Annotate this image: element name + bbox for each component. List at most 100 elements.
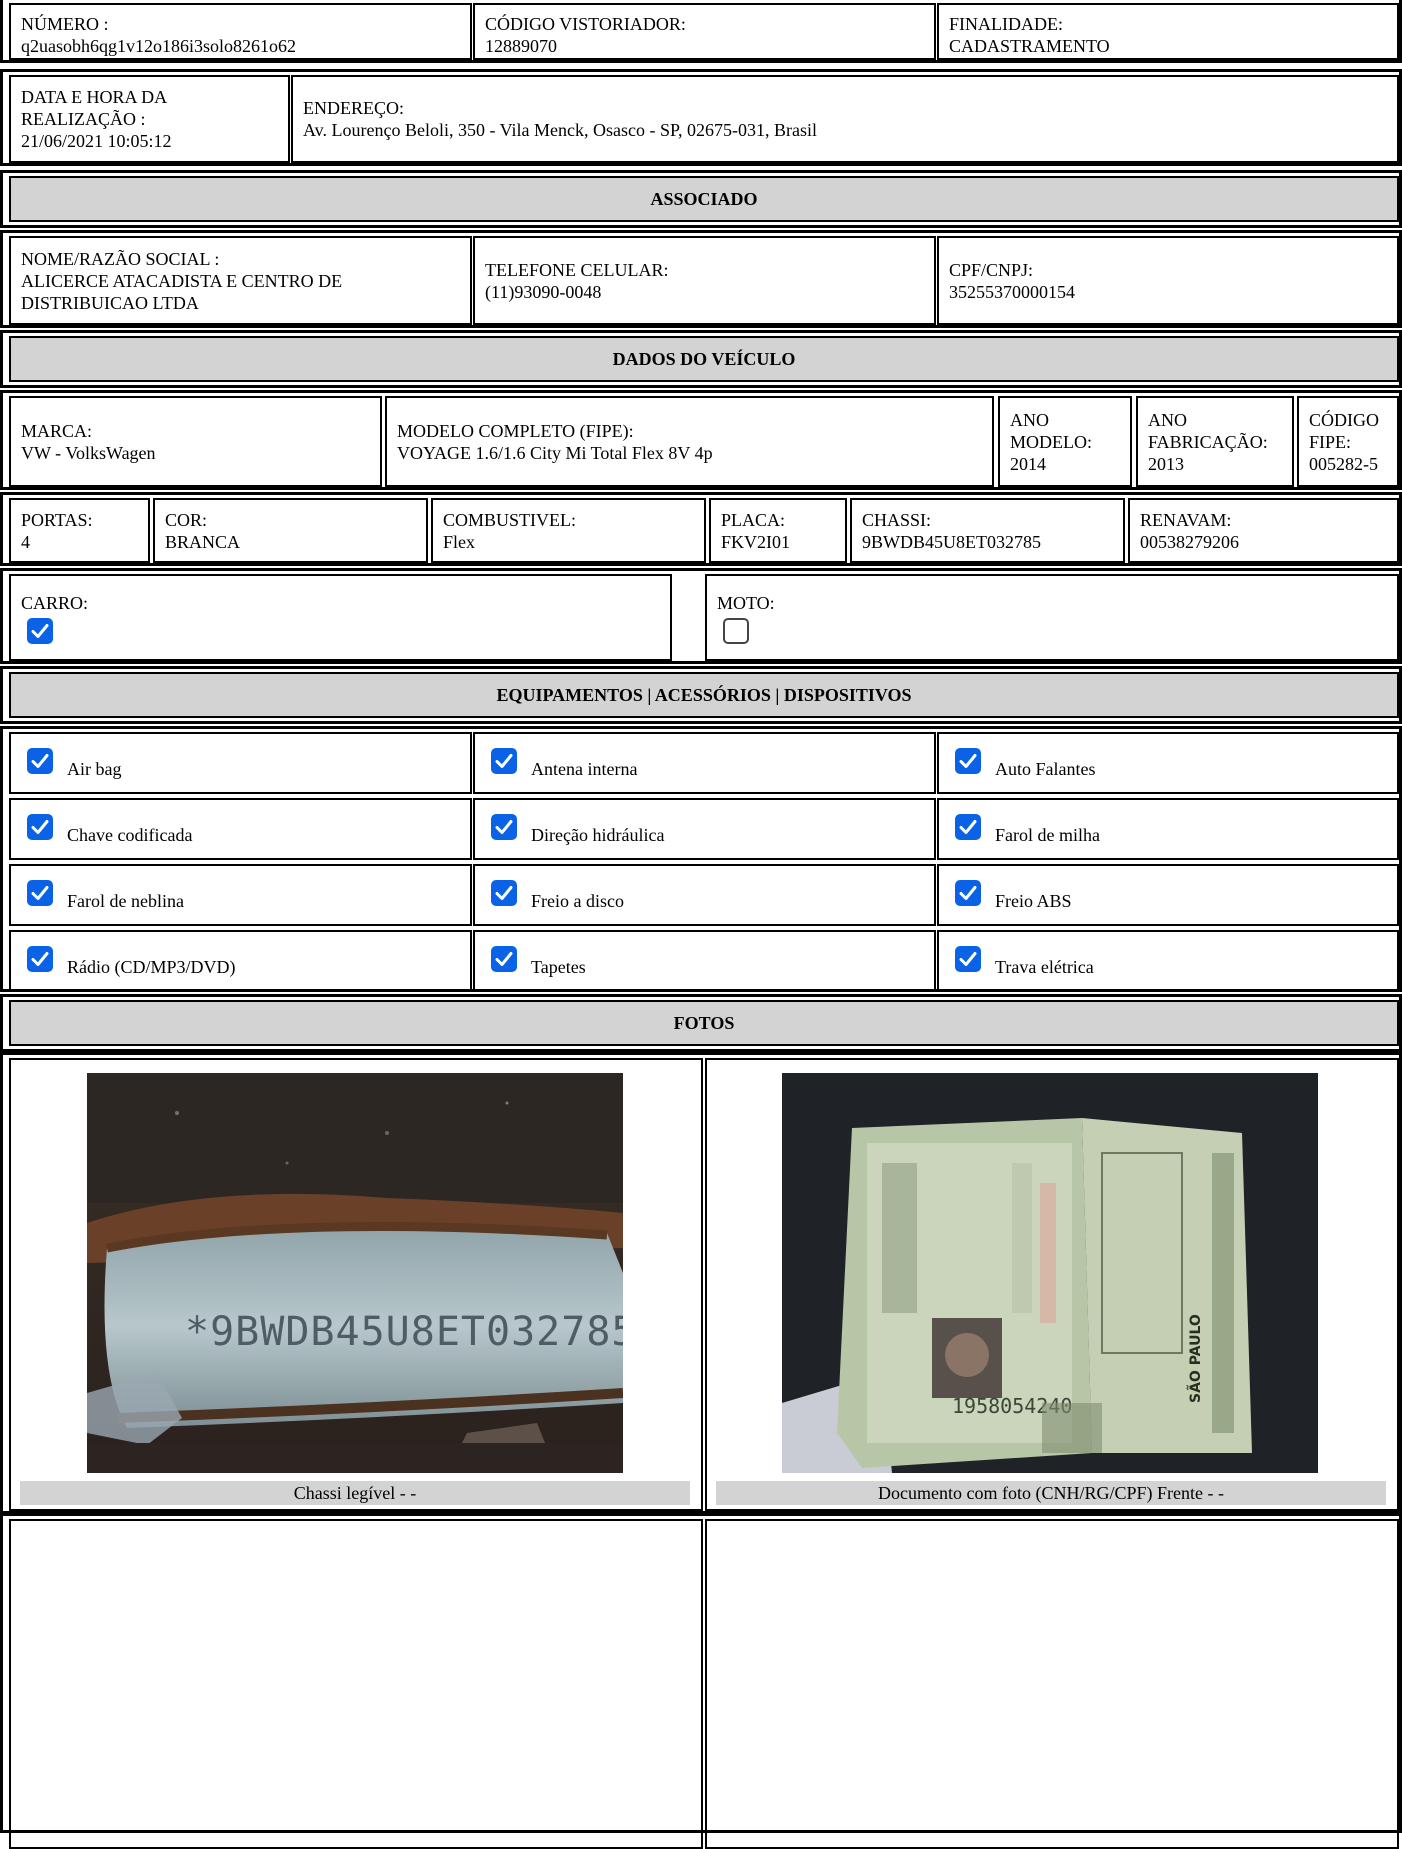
modelo-label: MODELO COMPLETO (FIPE):: [397, 420, 634, 441]
equipamento-checkbox[interactable]: [491, 880, 517, 906]
cpf-label: CPF/CNPJ:: [949, 259, 1034, 280]
cpf-cell: CPF/CNPJ: 35255370000154: [937, 236, 1399, 325]
numero-label: NÚMERO :: [21, 14, 109, 34]
equipamento-item: Farol de milha: [937, 798, 1399, 860]
equipamento-item: Antena interna: [473, 732, 936, 794]
placa-value: FKV2I01: [721, 531, 791, 552]
equipamento-checkbox[interactable]: [491, 814, 517, 840]
equipamento-label: Chave codificada: [67, 825, 193, 845]
documento-state-text: SÃO PAULO: [1187, 1314, 1204, 1403]
renavam-cell: RENAVAM: 00538279206: [1128, 498, 1399, 563]
combustivel-value: Flex: [443, 531, 476, 552]
fotos-section: FOTOS: [0, 994, 1402, 1052]
endereco-cell: ENDEREÇO: Av. Lourenço Beloli, 350 - Vil…: [291, 75, 1399, 163]
veiculo-section: DADOS DO VEÍCULO: [0, 330, 1402, 388]
checkmark-icon: [959, 754, 977, 768]
marca-value: VW - VolksWagen: [21, 442, 156, 463]
equipamentos-section: EQUIPAMENTOS | ACESSÓRIOS | DISPOSITIVOS: [0, 666, 1402, 724]
equipamento-checkbox[interactable]: [27, 880, 53, 906]
codigo-fipe-label: CÓDIGO FIPE:: [1309, 409, 1379, 452]
telefone-cell: TELEFONE CELULAR: (11)93090-0048: [473, 236, 936, 325]
portas-label: PORTAS:: [21, 509, 93, 530]
checkmark-icon: [959, 886, 977, 900]
equipamento-checkbox[interactable]: [955, 748, 981, 774]
checkmark-icon: [495, 820, 513, 834]
equipamento-item: Chave codificada: [9, 798, 472, 860]
codigo-fipe-value: 005282-5: [1309, 453, 1378, 474]
modelo-cell: MODELO COMPLETO (FIPE): VOYAGE 1.6/1.6 C…: [385, 396, 994, 487]
equipamento-label: Freio ABS: [995, 891, 1072, 911]
associado-section: ASSOCIADO: [0, 170, 1402, 228]
ano-fabricacao-value: 2013: [1148, 453, 1184, 474]
equipamento-checkbox[interactable]: [27, 946, 53, 972]
equipamento-label: Rádio (CD/MP3/DVD): [67, 957, 236, 977]
placa-label: PLACA:: [721, 509, 786, 530]
portas-cell: PORTAS: 4: [9, 498, 150, 563]
header-row-2: DATA E HORA DA REALIZAÇÃO : 21/06/2021 1…: [0, 69, 1402, 166]
equipamento-checkbox[interactable]: [955, 880, 981, 906]
moto-label: MOTO:: [717, 593, 775, 613]
equipamento-label: Farol de milha: [995, 825, 1100, 845]
equipamento-checkbox[interactable]: [955, 814, 981, 840]
checkmark-icon: [959, 820, 977, 834]
checkmark-icon: [495, 754, 513, 768]
equipamento-checkbox[interactable]: [27, 748, 53, 774]
ano-modelo-label: ANO MODELO:: [1010, 409, 1092, 452]
finalidade-label: FINALIDADE:: [949, 14, 1063, 34]
equipamento-item: Trava elétrica: [937, 930, 1399, 992]
equipamento-checkbox[interactable]: [27, 814, 53, 840]
chassi-engraving: *9BWDB45U8ET032785*: [185, 1309, 623, 1355]
fotos-heading: FOTOS: [9, 1000, 1399, 1046]
cor-value: BRANCA: [165, 531, 241, 552]
documento-photo-image: SÃO PAULO 1958054240: [782, 1073, 1318, 1473]
equipamento-label: Auto Falantes: [995, 759, 1096, 779]
telefone-label: TELEFONE CELULAR:: [485, 259, 669, 280]
equipamento-label: Freio a disco: [531, 891, 624, 911]
moto-cell: MOTO:: [705, 574, 1399, 661]
equipamento-label: Tapetes: [531, 957, 586, 977]
chassi-value: 9BWDB45U8ET032785: [862, 531, 1041, 552]
cpf-value: 35255370000154: [949, 281, 1075, 302]
carro-checkbox[interactable]: [27, 618, 53, 644]
equipamento-checkbox[interactable]: [955, 946, 981, 972]
equipamento-label: Air bag: [67, 759, 122, 779]
checkmark-icon: [31, 624, 49, 638]
ano-fabricacao-cell: ANO FABRICAÇÃO: 2013: [1136, 396, 1294, 487]
ano-modelo-cell: ANO MODELO: 2014: [998, 396, 1132, 487]
photo-cell-chassi: *9BWDB45U8ET032785* Chassi legível - -: [9, 1058, 703, 1511]
equipamento-checkbox[interactable]: [491, 946, 517, 972]
equipamento-label: Direção hidráulica: [531, 825, 665, 845]
marca-cell: MARCA: VW - VolksWagen: [9, 396, 382, 487]
combustivel-cell: COMBUSTIVEL: Flex: [431, 498, 706, 563]
equipamento-item: Rádio (CD/MP3/DVD): [9, 930, 472, 992]
veiculo-row-2: PORTAS: 4 COR: BRANCA COMBUSTIVEL: Flex …: [0, 492, 1402, 566]
associado-row: NOME/RAZÃO SOCIAL : ALICERCE ATACADISTA …: [0, 230, 1402, 328]
chassi-photo[interactable]: *9BWDB45U8ET032785*: [87, 1073, 623, 1473]
codigo-label: CÓDIGO VISTORIADOR:: [485, 14, 686, 34]
equipamentos-grid: Air bag Antena interna Auto Falantes Chave …: [0, 726, 1402, 992]
chassi-photo-image: *9BWDB45U8ET032785*: [87, 1073, 623, 1473]
endereco-value: Av. Lourenço Beloli, 350 - Vila Menck, O…: [303, 120, 818, 140]
equipamento-item: Auto Falantes: [937, 732, 1399, 794]
endereco-label: ENDEREÇO:: [303, 98, 404, 118]
tipo-veiculo-row: CARRO: MOTO:: [0, 568, 1402, 664]
equipamento-item: Direção hidráulica: [473, 798, 936, 860]
chassi-label: CHASSI:: [862, 509, 932, 530]
equipamento-label: Trava elétrica: [995, 957, 1094, 977]
moto-checkbox[interactable]: [723, 618, 749, 644]
checkmark-icon: [31, 952, 49, 966]
veiculo-row-1: MARCA: VW - VolksWagen MODELO COMPLETO (…: [0, 390, 1402, 490]
chassi-cell: CHASSI: 9BWDB45U8ET032785: [850, 498, 1125, 563]
modelo-value: VOYAGE 1.6/1.6 City Mi Total Flex 8V 4p: [397, 442, 713, 463]
numero-value: q2uasobh6qg1v12o186i3solo8261o62: [21, 36, 297, 56]
data-hora-label: DATA E HORA DA REALIZAÇÃO :: [21, 87, 167, 129]
checkmark-icon: [31, 886, 49, 900]
documento-photo[interactable]: SÃO PAULO 1958054240: [782, 1073, 1318, 1473]
fotos-row-1: *9BWDB45U8ET032785* Chassi legível - - S…: [0, 1052, 1402, 1514]
documento-photo-caption: Documento com foto (CNH/RG/CPF) Frente -…: [716, 1481, 1386, 1505]
equipamentos-heading: EQUIPAMENTOS | ACESSÓRIOS | DISPOSITIVOS: [9, 672, 1399, 718]
equipamento-checkbox[interactable]: [491, 748, 517, 774]
codigo-value: 12889070: [485, 36, 557, 56]
checkmark-icon: [495, 886, 513, 900]
finalidade-cell: FINALIDADE: CADASTRAMENTO: [937, 3, 1399, 60]
